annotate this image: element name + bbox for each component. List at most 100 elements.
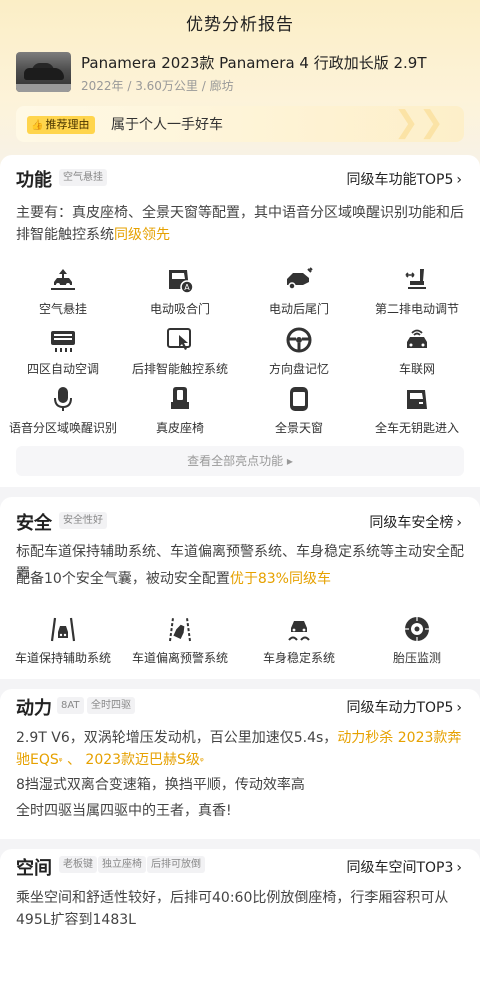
space-tag-boss-key: 老板键	[59, 856, 97, 873]
space-top3-link[interactable]: 同级车空间TOP3 ›	[346, 857, 462, 877]
feature-label: 语音分区域唤醒识别	[8, 421, 117, 435]
feature-power-tailgate[interactable]: 电动后尾门	[239, 265, 359, 317]
feature-soft-close-door[interactable]: A 电动吸合门	[120, 265, 240, 317]
feature-lane-keep[interactable]: 车道保持辅助系统	[3, 614, 123, 666]
feature-keyless-entry[interactable]: 全车无钥匙进入	[357, 384, 477, 436]
feature-climate-control[interactable]: 四区自动空调	[3, 325, 123, 377]
power-desc-2: 8挡湿式双离合变速箱，换挡平顺，传动效率高	[16, 777, 305, 793]
power-link-label: 同级车动力TOP5	[346, 700, 454, 716]
power-tag-awd: 全时四驱	[87, 697, 135, 714]
recommend-reason: 👍 推荐理由 属于个人一手好车 ❯❯	[16, 106, 464, 142]
stability-control-icon	[288, 621, 310, 641]
chevron-right-icon: ›	[456, 860, 462, 876]
safety-title: 安全	[16, 513, 52, 534]
feature-label: 空气悬挂	[38, 302, 87, 316]
soft-close-door-icon: A	[169, 270, 194, 294]
feature-label: 电动吸合门	[149, 302, 210, 316]
microphone-icon	[54, 387, 72, 411]
chevron-right-icon: ›	[456, 515, 462, 531]
panoramic-sunroof-icon	[290, 387, 308, 411]
touch-control-icon	[167, 328, 191, 350]
car-summary[interactable]: Panamera 2023款 Panamera 4 行政加长版 2.9T 202…	[16, 52, 468, 94]
safety-section: 安全 安全性好 同级车安全榜 › 标配车道保持辅助系统、车道偏离预警系统、车身稳定…	[0, 497, 480, 679]
function-title: 功能	[16, 170, 52, 191]
safety-desc-2: 配备10个安全气囊，被动安全配置优于83%同级车	[16, 568, 468, 590]
feature-touch-control[interactable]: 后排智能触控系统	[120, 325, 240, 377]
feature-panoramic-sunroof[interactable]: 全景天窗	[239, 384, 359, 436]
feature-label: 电动后尾门	[268, 302, 329, 316]
function-section: 功能 空气悬挂 同级车功能TOP5 › 主要有：真皮座椅、全景天窗等配置，其中语音…	[0, 155, 480, 487]
feature-voice-wakeup[interactable]: 语音分区域唤醒识别	[3, 384, 123, 436]
feature-label: 方向盘记忆	[268, 362, 329, 376]
feature-label: 车联网	[398, 362, 435, 376]
chevron-right-icon: ›	[456, 172, 462, 188]
function-desc: 主要有：真皮座椅、全景天窗等配置，其中语音分区域唤醒识别功能和后排智能触控系统同…	[16, 202, 468, 246]
feature-stability-control[interactable]: 车身稳定系统	[239, 614, 359, 666]
lane-departure-icon	[169, 617, 191, 642]
car-thumbnail[interactable]	[16, 52, 71, 92]
power-section: 动力 8AT 全时四驱 同级车动力TOP5 › 2.9T V6，双涡轮增压发动机，…	[0, 689, 480, 839]
feature-label: 真皮座椅	[155, 421, 204, 435]
power-tag-transmission: 8AT	[57, 697, 84, 714]
leather-seat-icon	[171, 387, 189, 409]
space-title: 空间	[16, 858, 52, 879]
function-tag: 空气悬挂	[59, 169, 107, 186]
feature-label: 全景天窗	[274, 421, 323, 435]
recommend-text: 属于个人一手好车	[111, 117, 223, 133]
feature-label: 后排智能触控系统	[131, 362, 228, 376]
feature-power-seat-adjust[interactable]: 第二排电动调节	[357, 265, 477, 317]
feature-label: 全车无钥匙进入	[374, 421, 459, 435]
recommend-badge: 👍 推荐理由	[27, 116, 96, 134]
car-name: Panamera 2023款 Panamera 4 行政加长版 2.9T	[81, 54, 427, 72]
triangle-right-icon: ▸	[283, 454, 293, 468]
safety-tag: 安全性好	[59, 512, 107, 529]
feature-steering-memory[interactable]: 方向盘记忆	[239, 325, 359, 377]
power-desc-1: 2.9T V6，双涡轮增压发动机，百公里加速仅5.4s，动力秒杀 2023款奔驰…	[16, 727, 468, 773]
feature-label: 车道偏离预警系统	[131, 651, 228, 665]
power-seat-adjust-icon	[405, 269, 426, 289]
compare-car-link-2[interactable]: 2023款迈巴赫S级ᵠ	[85, 752, 203, 768]
feature-tire-pressure[interactable]: 胎压监测	[357, 614, 477, 666]
space-tag-fold-rear: 后排可放倒	[147, 856, 205, 873]
function-desc-highlight: 同级领先	[114, 227, 170, 243]
compare-separator: 、	[66, 752, 81, 768]
feature-label: 四区自动空调	[26, 362, 99, 376]
see-all-features-button[interactable]: 查看全部亮点功能 ▸	[16, 446, 464, 476]
feature-connected-car[interactable]: 车联网	[357, 325, 477, 377]
see-all-label: 查看全部亮点功能	[187, 454, 284, 468]
function-desc-text: 主要有：真皮座椅、全景天窗等配置，其中语音分区域唤醒识别功能和后排智能触控系统	[16, 205, 464, 243]
feature-leather-seat[interactable]: 真皮座椅	[120, 384, 240, 436]
safety-link-label: 同级车安全榜	[369, 515, 454, 531]
feature-lane-departure[interactable]: 车道偏离预警系统	[120, 614, 240, 666]
thumbs-up-icon: 👍	[31, 120, 44, 131]
climate-control-icon	[51, 331, 75, 352]
function-top5-link[interactable]: 同级车功能TOP5 ›	[346, 169, 462, 189]
feature-label: 第二排电动调节	[374, 302, 459, 316]
feature-label: 车道保持辅助系统	[14, 651, 111, 665]
function-link-label: 同级车功能TOP5	[346, 172, 454, 188]
connected-car-icon	[407, 329, 427, 348]
car-meta: 2022年 / 3.60万公里 / 廊坊	[81, 79, 234, 93]
power-desc-highlight: 动力秒杀	[337, 730, 394, 746]
compare-car-2-label: 2023款迈巴赫S级	[85, 752, 200, 768]
power-desc-1-text: 2.9T V6，双涡轮增压发动机，百公里加速仅5.4s，	[16, 730, 338, 746]
power-top5-link[interactable]: 同级车动力TOP5 ›	[346, 697, 462, 717]
keyless-entry-icon	[407, 390, 427, 409]
quote-decoration-icon: ❯❯	[393, 106, 444, 140]
steering-memory-icon	[286, 327, 312, 353]
search-icon: ᵠ	[199, 757, 204, 767]
feature-label: 车身稳定系统	[262, 651, 335, 665]
feature-label: 胎压监测	[392, 651, 441, 665]
page-title: 优势分析报告	[186, 15, 294, 35]
power-desc-3: 全时四驱当属四驱中的王者，真香!	[16, 803, 232, 819]
recommend-badge-label: 推荐理由	[45, 118, 90, 131]
chevron-right-icon: ›	[456, 700, 462, 716]
tire-pressure-icon	[405, 617, 429, 641]
feature-air-suspension[interactable]: 空气悬挂	[3, 265, 123, 317]
air-suspension-icon	[51, 269, 75, 290]
power-tailgate-icon	[287, 267, 313, 290]
safety-rank-link[interactable]: 同级车安全榜 ›	[369, 512, 462, 532]
lane-keep-icon	[50, 617, 76, 642]
space-desc: 乘坐空间和舒适性较好，后排可40:60比例放倒座椅，行李厢容积可从495L扩容到…	[16, 890, 449, 928]
space-link-label: 同级车空间TOP3	[346, 860, 454, 876]
